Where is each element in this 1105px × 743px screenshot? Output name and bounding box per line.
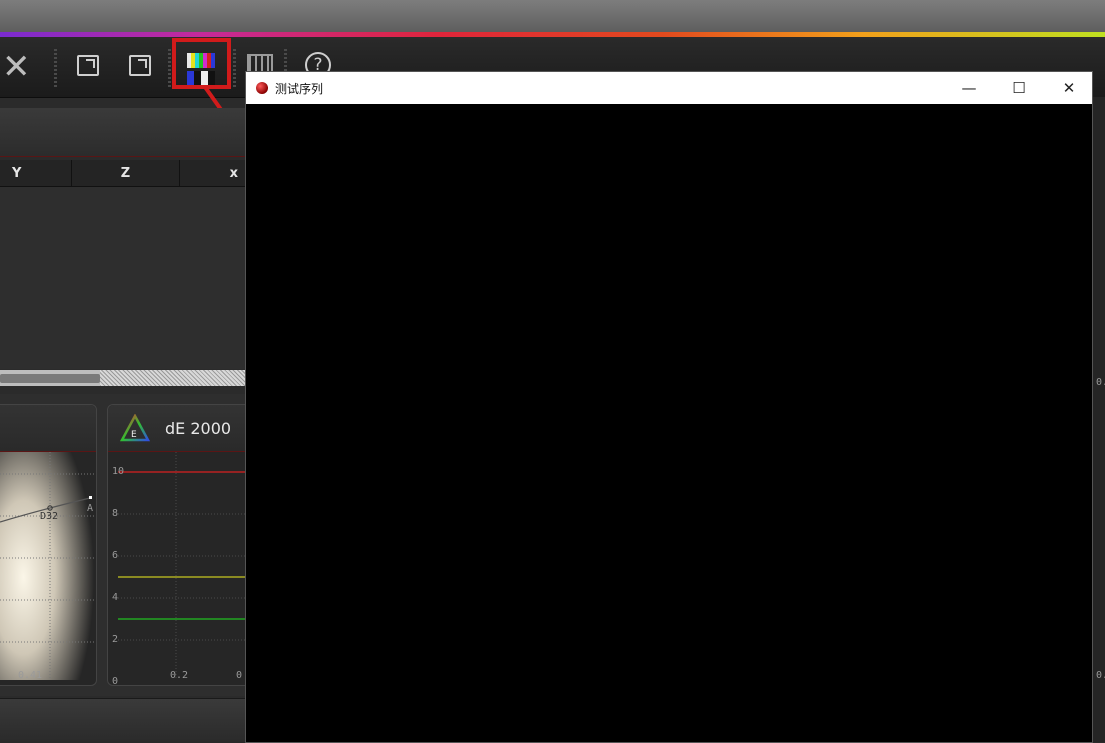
- y-tick: 0: [112, 676, 119, 687]
- scrollbar-thumb[interactable]: [0, 374, 100, 383]
- highlight-box: [172, 38, 231, 89]
- y-tick: 4: [112, 592, 119, 603]
- x-tick: 0.2: [170, 670, 189, 681]
- toolbar-separator: [233, 49, 236, 87]
- window-titlebar[interactable]: 测试序列 — ☐ ✕: [246, 72, 1092, 104]
- maximize-button[interactable]: ☐: [996, 72, 1042, 104]
- column-z[interactable]: Z: [72, 160, 180, 186]
- test-sequence-window: 测试序列 — ☐ ✕: [246, 72, 1092, 742]
- column-y[interactable]: Y: [0, 160, 72, 186]
- window-out-icon: [129, 54, 151, 76]
- cie-card-header: [0, 405, 96, 452]
- point-label: D32: [40, 511, 59, 522]
- toolbar-separator: [54, 49, 57, 87]
- app-record-icon: [256, 82, 268, 94]
- minimize-button[interactable]: —: [946, 72, 992, 104]
- edge-tick: 0.: [1096, 377, 1105, 388]
- y-tick: 8: [112, 508, 119, 519]
- close-button[interactable]: ✕: [1046, 72, 1092, 104]
- window-title: 测试序列: [275, 82, 324, 96]
- scrollbar-track-pattern: [100, 370, 250, 386]
- cie-diagram: [0, 452, 94, 680]
- y-tick: 10: [112, 466, 125, 477]
- table-body: [0, 187, 250, 369]
- app-title-strip: [0, 0, 1105, 32]
- y-tick: 6: [112, 550, 119, 561]
- window-in-button[interactable]: [66, 43, 110, 87]
- column-x[interactable]: x: [179, 160, 250, 186]
- corner-label: A: [87, 503, 94, 514]
- x-tick: 0.41: [18, 670, 43, 681]
- x-tick: 0: [236, 670, 243, 681]
- right-panel-edge: 0. 0.: [1092, 97, 1105, 742]
- window-out-button[interactable]: [118, 43, 162, 87]
- close-icon[interactable]: ✕: [2, 50, 31, 84]
- delta-e-letter: E: [131, 430, 137, 440]
- chart-title: dE 2000: [165, 419, 232, 438]
- test-pattern-canvas: [246, 104, 1092, 742]
- toolbar-separator: [168, 49, 171, 87]
- window-in-icon: [77, 54, 99, 76]
- y-tick: 2: [112, 634, 119, 645]
- delta-e-icon: E: [120, 414, 150, 442]
- table-header: Y Z x: [0, 160, 250, 187]
- de-chart-plot: [108, 452, 248, 680]
- edge-tick: 0.: [1096, 670, 1105, 681]
